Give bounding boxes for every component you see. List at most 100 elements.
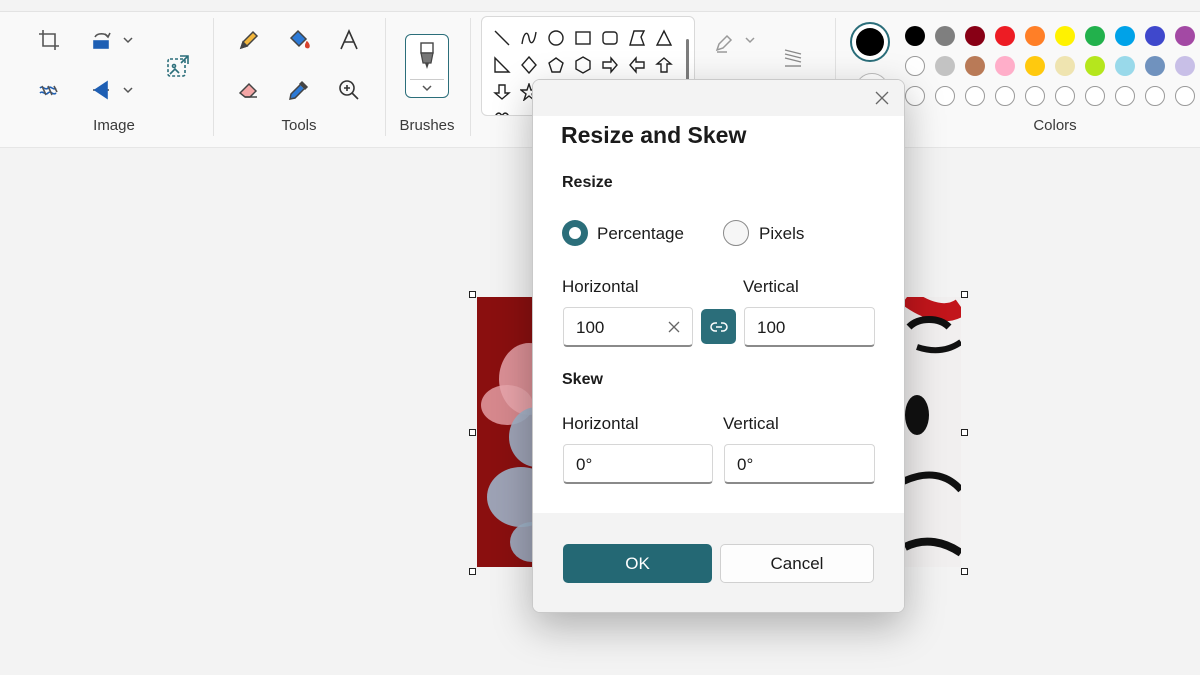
- flip-chevron-down-icon[interactable]: [121, 83, 135, 97]
- pentagon-shape-icon[interactable]: [543, 52, 569, 78]
- resize-skew-dialog: Resize and Skew Resize Percentage Pixels…: [532, 79, 905, 613]
- rotate-icon[interactable]: [83, 22, 119, 58]
- layers-icon[interactable]: [775, 40, 811, 76]
- pixels-radio[interactable]: [723, 220, 749, 246]
- color-swatch[interactable]: [1175, 56, 1195, 76]
- eraser-icon[interactable]: [231, 72, 267, 108]
- left-arrow-shape-icon[interactable]: [624, 52, 650, 78]
- up-arrow-shape-icon[interactable]: [651, 52, 677, 78]
- custom-color-slot[interactable]: [1115, 86, 1135, 106]
- right-triangle-shape-icon[interactable]: [489, 52, 515, 78]
- fill-bucket-icon[interactable]: [281, 22, 317, 58]
- resize-horizontal-input[interactable]: 100: [563, 307, 693, 347]
- oval-shape-icon[interactable]: [543, 25, 569, 51]
- color-swatch[interactable]: [1115, 56, 1135, 76]
- resize-horizontal-value: 100: [576, 318, 605, 337]
- magnifier-icon[interactable]: [331, 72, 367, 108]
- current-color-swatch[interactable]: [850, 22, 890, 62]
- clear-icon[interactable]: [666, 319, 682, 335]
- divider: [213, 18, 214, 136]
- color-swatch[interactable]: [1055, 56, 1075, 76]
- rounded-rectangle-shape-icon[interactable]: [597, 25, 623, 51]
- custom-color-slot[interactable]: [1175, 86, 1195, 106]
- rectangle-shape-icon[interactable]: [570, 25, 596, 51]
- skew-horizontal-label: Horizontal: [562, 414, 639, 433]
- color-swatch[interactable]: [1145, 26, 1165, 46]
- ribbon-top-edge: [0, 0, 1200, 12]
- color-swatch[interactable]: [905, 56, 925, 76]
- color-swatch[interactable]: [905, 26, 925, 46]
- divider: [470, 18, 471, 136]
- resize-handle[interactable]: [469, 429, 476, 436]
- maintain-aspect-ratio-button[interactable]: [701, 309, 736, 344]
- custom-color-slot[interactable]: [965, 86, 985, 106]
- color-swatch[interactable]: [1085, 56, 1105, 76]
- flip-icon[interactable]: [83, 72, 119, 108]
- brushes-button[interactable]: [405, 34, 449, 98]
- brush-icon: [420, 42, 434, 69]
- cancel-button[interactable]: Cancel: [720, 544, 874, 583]
- select-image-icon[interactable]: [31, 72, 67, 108]
- custom-color-slot[interactable]: [1085, 86, 1105, 106]
- hexagon-shape-icon[interactable]: [570, 52, 596, 78]
- resize-horizontal-label: Horizontal: [562, 277, 639, 296]
- resize-handle[interactable]: [469, 568, 476, 575]
- percentage-radio[interactable]: [562, 220, 588, 246]
- polygon-shape-icon[interactable]: [624, 25, 650, 51]
- skew-horizontal-value: 0°: [576, 455, 593, 474]
- custom-color-slot[interactable]: [995, 86, 1015, 106]
- color-swatch[interactable]: [1115, 26, 1135, 46]
- color-swatch[interactable]: [1145, 56, 1165, 76]
- line-shape-icon[interactable]: [489, 25, 515, 51]
- colors-group-label: Colors: [1033, 117, 1077, 134]
- color-swatch[interactable]: [995, 26, 1015, 46]
- heart-shape-icon[interactable]: [489, 105, 515, 115]
- color-swatch[interactable]: [1025, 26, 1045, 46]
- color-swatch[interactable]: [1025, 56, 1045, 76]
- color-swatch[interactable]: [1085, 26, 1105, 46]
- resize-handle[interactable]: [961, 291, 968, 298]
- curve-shape-icon[interactable]: [516, 25, 542, 51]
- color-swatch[interactable]: [935, 26, 955, 46]
- triangle-shape-icon[interactable]: [651, 25, 677, 51]
- brushes-chevron-down-icon: [422, 85, 432, 92]
- skew-vertical-value: 0°: [737, 455, 754, 474]
- custom-color-slot[interactable]: [905, 86, 925, 106]
- link-icon: [709, 321, 728, 332]
- down-arrow-shape-icon[interactable]: [489, 79, 515, 105]
- rotate-chevron-down-icon[interactable]: [121, 33, 135, 47]
- diamond-shape-icon[interactable]: [516, 52, 542, 78]
- color-swatch[interactable]: [935, 56, 955, 76]
- pixels-label: Pixels: [759, 224, 805, 243]
- crop-icon[interactable]: [31, 22, 67, 58]
- resize-handle[interactable]: [469, 291, 476, 298]
- text-icon[interactable]: [331, 22, 367, 58]
- resize-handle[interactable]: [961, 429, 968, 436]
- dialog-title: Resize and Skew: [561, 122, 747, 148]
- skew-vertical-input[interactable]: 0°: [724, 444, 875, 484]
- color-swatch[interactable]: [1175, 26, 1195, 46]
- color-swatch[interactable]: [965, 26, 985, 46]
- custom-color-slot[interactable]: [1025, 86, 1045, 106]
- divider: [385, 18, 386, 136]
- custom-color-slot[interactable]: [1145, 86, 1165, 106]
- color-swatch[interactable]: [995, 56, 1015, 76]
- color-swatch[interactable]: [965, 56, 985, 76]
- dialog-titlebar: [533, 80, 904, 116]
- resize-vertical-input[interactable]: 100: [744, 307, 875, 347]
- color-swatch[interactable]: [1055, 26, 1075, 46]
- right-arrow-shape-icon[interactable]: [597, 52, 623, 78]
- color-picker-icon[interactable]: [281, 72, 317, 108]
- outline-chevron-down-icon[interactable]: [743, 33, 757, 47]
- ok-button[interactable]: OK: [563, 544, 712, 583]
- skew-section-label: Skew: [562, 371, 603, 388]
- pencil-icon[interactable]: [231, 22, 267, 58]
- tools-group-label: Tools: [281, 117, 317, 134]
- skew-horizontal-input[interactable]: 0°: [563, 444, 713, 484]
- resize-image-icon[interactable]: [160, 48, 196, 84]
- shape-outline-icon[interactable]: [707, 26, 743, 62]
- close-icon[interactable]: [872, 88, 892, 108]
- resize-handle[interactable]: [961, 568, 968, 575]
- custom-color-slot[interactable]: [935, 86, 955, 106]
- custom-color-slot[interactable]: [1055, 86, 1075, 106]
